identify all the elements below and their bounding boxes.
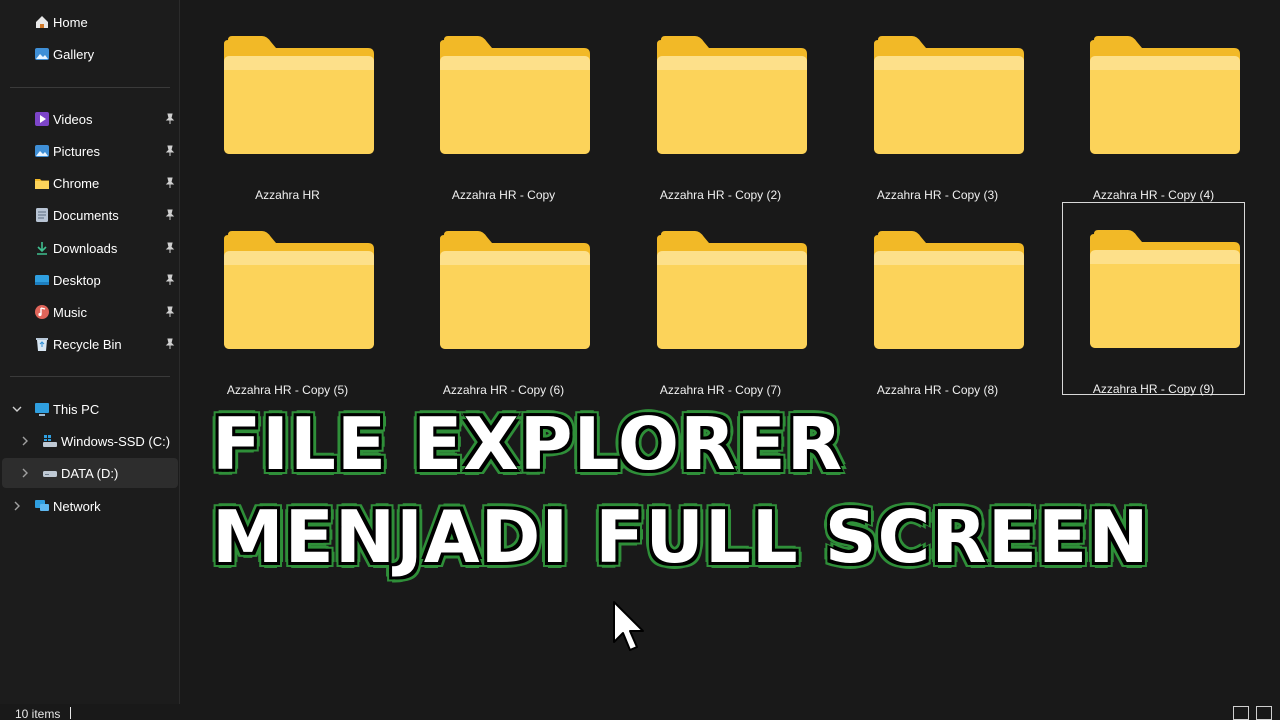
windows-drive-icon (43, 435, 57, 447)
sidebar-item-label: Chrome (53, 175, 100, 191)
overlay-caption-line1: FILE EXPLORER (211, 401, 844, 487)
folder-name: Azzahra HR - Copy (3) (876, 188, 999, 202)
home-icon (36, 16, 48, 28)
folder-icon (440, 231, 590, 349)
folder-icon (224, 231, 374, 349)
navigation-pane: Home Gallery Videos Pictures Chrome Docu… (0, 0, 180, 704)
sidebar-item-chrome[interactable]: Chrome (2, 168, 178, 198)
details-view-button[interactable] (1233, 706, 1249, 720)
sidebar-item-label: Gallery (53, 46, 95, 62)
status-divider (70, 707, 71, 719)
chevron-right-icon[interactable] (20, 468, 30, 478)
sidebar-divider (10, 87, 170, 88)
download-icon (37, 242, 47, 255)
music-folder-icon (35, 305, 49, 319)
folder-icon (874, 36, 1024, 154)
sidebar-item-pictures[interactable]: Pictures (2, 136, 178, 166)
folder-icon (657, 231, 807, 349)
sidebar-item-documents[interactable]: Documents (2, 200, 178, 230)
pin-icon[interactable] (164, 113, 176, 125)
sidebar-item-music[interactable]: Music (2, 297, 178, 327)
folder-name: Azzahra HR - Copy (2) (659, 188, 782, 202)
sidebar-item-label: This PC (53, 401, 100, 417)
pin-icon[interactable] (164, 242, 176, 254)
desktop-folder-icon (35, 275, 49, 285)
sidebar-item-label: Network (53, 498, 101, 514)
folder-icon (1090, 230, 1240, 348)
folder-item[interactable]: Azzahra HR - Copy (5) (196, 203, 379, 397)
folder-item[interactable]: Azzahra HR - Copy (3) (846, 8, 1029, 202)
sidebar-item-label: Desktop (53, 272, 101, 288)
folder-item[interactable]: Azzahra HR - Copy (6) (412, 203, 595, 397)
pin-icon[interactable] (164, 145, 176, 157)
sidebar-item-label: Pictures (53, 143, 100, 159)
sidebar-item-recycle-bin[interactable]: Recycle Bin (2, 329, 178, 359)
chevron-right-icon[interactable] (12, 501, 22, 511)
sidebar-item-windows-ssd[interactable]: Windows-SSD (C:) (2, 426, 178, 456)
folder-item[interactable]: Azzahra HR - Copy (7) (629, 203, 812, 397)
folder-icon (224, 36, 374, 154)
folder-item[interactable]: Azzahra HR - Copy (2) (629, 8, 812, 202)
sidebar-item-label: Documents (53, 207, 119, 223)
folder-name: Azzahra HR - Copy (451, 188, 556, 202)
folder-name: Azzahra HR - Copy (8) (876, 383, 999, 397)
sidebar-item-label: DATA (D:) (61, 465, 119, 481)
sidebar-item-network[interactable]: Network (2, 491, 178, 521)
sidebar-item-label: Windows-SSD (C:) (61, 433, 171, 449)
folder-item-focused[interactable]: Azzahra HR - Copy (9) (1062, 202, 1245, 396)
sidebar-item-label: Videos (53, 111, 93, 127)
sidebar-item-this-pc[interactable]: This PC (2, 394, 178, 424)
sidebar-item-label: Downloads (53, 240, 118, 256)
sidebar-item-videos[interactable]: Videos (2, 104, 178, 134)
pictures-folder-icon (35, 145, 49, 157)
sidebar-item-desktop[interactable]: Desktop (2, 265, 178, 295)
sidebar-item-data-drive[interactable]: DATA (D:) (2, 458, 178, 488)
gallery-icon (35, 48, 49, 60)
folder-name: Azzahra HR - Copy (4) (1092, 188, 1215, 202)
large-icons-view-button[interactable] (1256, 706, 1272, 720)
pin-icon[interactable] (164, 338, 176, 350)
folder-icon (874, 231, 1024, 349)
sidebar-item-gallery[interactable]: Gallery (2, 39, 178, 69)
folder-icon (1090, 36, 1240, 154)
network-icon (35, 500, 49, 511)
sidebar-item-downloads[interactable]: Downloads (2, 233, 178, 263)
pin-icon[interactable] (164, 274, 176, 286)
videos-folder-icon (35, 112, 49, 126)
sidebar-item-label: Recycle Bin (53, 336, 122, 352)
pin-icon[interactable] (164, 177, 176, 189)
folder-name: Azzahra HR - Copy (7) (659, 383, 782, 397)
sidebar-divider (10, 376, 170, 377)
sidebar-item-home[interactable]: Home (2, 7, 178, 37)
folder-item[interactable]: Azzahra HR - Copy (412, 8, 595, 202)
folder-name: Azzahra HR (255, 188, 320, 202)
computer-icon (35, 403, 49, 416)
chevron-right-icon[interactable] (20, 436, 30, 446)
folder-item[interactable]: Azzahra HR - Copy (4) (1062, 8, 1245, 202)
pin-icon[interactable] (164, 306, 176, 318)
drive-icon (43, 471, 57, 477)
folder-name: Azzahra HR - Copy (9) (1092, 382, 1215, 396)
folder-name: Azzahra HR - Copy (6) (442, 383, 565, 397)
pin-icon[interactable] (164, 209, 176, 221)
recycle-bin-icon (36, 338, 48, 351)
folder-icon (657, 36, 807, 154)
item-count: 10 items (15, 707, 61, 720)
sidebar-item-label: Home (53, 14, 88, 30)
folder-item[interactable]: Azzahra HR - Copy (8) (846, 203, 1029, 397)
status-bar: 10 items (0, 704, 1280, 720)
folder-icon (35, 179, 49, 189)
folder-item[interactable]: Azzahra HR (196, 8, 379, 202)
overlay-caption-line2: MENJADI FULL SCREEN (211, 494, 1150, 580)
folder-icon (440, 36, 590, 154)
documents-folder-icon (36, 208, 48, 222)
folder-name: Azzahra HR - Copy (5) (226, 383, 349, 397)
sidebar-item-label: Music (53, 304, 87, 320)
chevron-down-icon[interactable] (12, 404, 22, 414)
mouse-cursor-icon (613, 601, 644, 651)
